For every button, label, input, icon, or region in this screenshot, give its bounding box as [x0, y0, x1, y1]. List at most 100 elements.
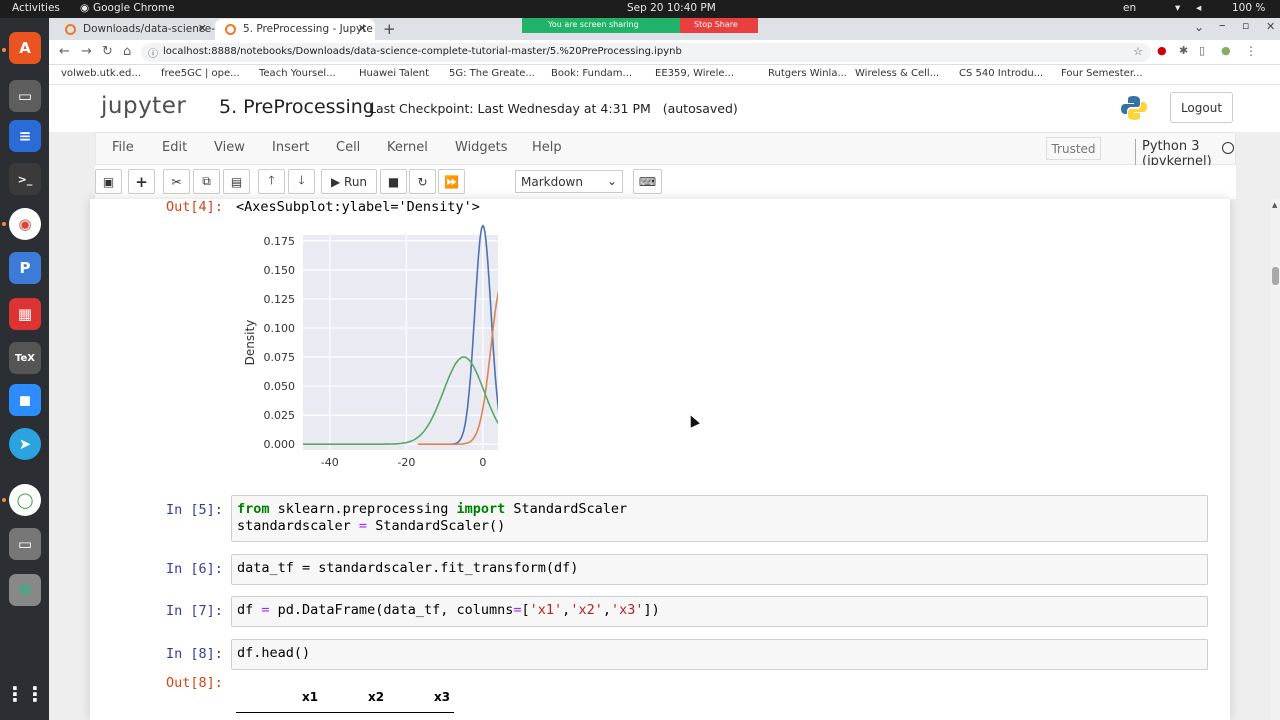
y-tick-label: 0.075	[264, 351, 296, 364]
cell-type-select[interactable]: Markdown ⌄	[515, 170, 623, 193]
input-prompt: In [7]:	[166, 603, 223, 619]
telegram-icon[interactable]: ➤	[9, 428, 41, 460]
density-chart: -40-20020400.0000.0250.0500.0750.1000.12…	[243, 224, 498, 469]
forward-icon[interactable]: →	[81, 44, 92, 59]
chrome-dock-icon[interactable]: ◉	[9, 208, 41, 240]
tiles-app-icon[interactable]: ▦	[9, 298, 41, 330]
cut-icon[interactable]: ✂	[163, 169, 190, 194]
app-grid-icon[interactable]: ⋮⋮	[5, 678, 45, 710]
menu-insert[interactable]: Insert	[272, 140, 309, 155]
zoom-icon[interactable]: ◼	[9, 384, 41, 416]
input-prompt: In [6]:	[166, 561, 223, 577]
tab-search-icon[interactable]: ⌄	[1194, 20, 1204, 34]
notebook-header: jupyter 5. PreProcessing Last Checkpoint…	[49, 85, 1280, 132]
sync-app-icon[interactable]: ◯	[9, 484, 41, 516]
trusted-indicator[interactable]: Trusted	[1046, 137, 1101, 160]
code-cell-8[interactable]: df.head()	[231, 639, 1208, 670]
volume-icon[interactable]: ◂	[1196, 2, 1201, 14]
page-scrollbar[interactable]: ▲	[1271, 199, 1280, 720]
restart-run-all-icon[interactable]: ⏩	[438, 169, 465, 194]
menu-view[interactable]: View	[214, 140, 245, 155]
drive-icon[interactable]: ▭	[9, 528, 41, 560]
chrome-menu-icon[interactable]: ⋮	[1245, 44, 1257, 58]
extension-icon[interactable]: ●	[1157, 44, 1167, 57]
app-name[interactable]: Google Chrome	[93, 2, 175, 14]
wifi-icon[interactable]: ▾	[1175, 2, 1180, 14]
tab-downloads[interactable]: Downloads/data-science-c ✕	[55, 19, 215, 40]
tab-preprocessing[interactable]: 5. PreProcessing - Jupyte ✕	[215, 19, 375, 40]
bookmark-item[interactable]: CS 540 Introdu...	[959, 68, 1043, 79]
bookmark-item[interactable]: Book: Fundam...	[551, 68, 632, 79]
bookmark-star-icon[interactable]: ☆	[1133, 45, 1143, 58]
bookmark-item[interactable]: volweb.utk.ed...	[61, 68, 141, 79]
stop-share-button[interactable]: Stop Share	[680, 18, 758, 33]
notebook-title[interactable]: 5. PreProcessing	[219, 96, 375, 118]
code-cell-6[interactable]: data_tf = standardscaler.fit_transform(d…	[231, 554, 1208, 585]
jupyter-page: jupyter 5. PreProcessing Last Checkpoint…	[49, 85, 1280, 720]
bookmark-item[interactable]: Wireless & Cell...	[855, 68, 939, 79]
code-cell-5[interactable]: from sklearn.preprocessing import Standa…	[231, 495, 1208, 542]
run-button[interactable]: ▶ Run	[321, 169, 377, 194]
bookmark-item[interactable]: Huawei Talent	[359, 68, 429, 79]
close-tab-icon[interactable]: ✕	[198, 22, 207, 35]
software-center-icon[interactable]: A	[9, 32, 41, 64]
copy-icon[interactable]: ⧉	[193, 169, 220, 194]
back-icon[interactable]: ←	[59, 44, 70, 59]
screen-share-app-icon[interactable]: P	[9, 252, 41, 284]
move-up-icon[interactable]: 🡑	[258, 169, 285, 194]
menu-cell[interactable]: Cell	[336, 140, 360, 155]
play-icon: ▶	[330, 174, 345, 189]
bookmark-item[interactable]: EE359, Wirele...	[655, 68, 734, 79]
activities-button[interactable]: Activities	[12, 2, 60, 14]
save-icon[interactable]: ▣	[95, 169, 122, 194]
menu-kernel[interactable]: Kernel	[387, 140, 428, 155]
system-top-bar: Activities ◉ Google Chrome Sep 20 10:40 …	[0, 0, 1280, 18]
extensions-puzzle-icon[interactable]: ✱	[1179, 44, 1188, 57]
plot-background	[303, 235, 498, 450]
menu-file[interactable]: File	[112, 140, 134, 155]
trash-icon[interactable]: ♻	[9, 574, 41, 606]
bookmark-item[interactable]: 5G: The Greate...	[449, 68, 535, 79]
restart-icon[interactable]: ↻	[409, 169, 436, 194]
code-cell-7[interactable]: df = pd.DataFrame(data_tf, columns=['x1'…	[231, 596, 1208, 627]
writer-icon[interactable]: ≡	[9, 120, 41, 152]
url-bar[interactable]: ⓘ localhost:8888/notebooks/Downloads/dat…	[141, 43, 1151, 62]
column-header-x1: x1	[302, 690, 319, 704]
maximize-icon[interactable]: ▫	[1242, 19, 1249, 32]
clock[interactable]: Sep 20 10:40 PM	[627, 2, 716, 14]
move-down-icon[interactable]: 🡓	[288, 169, 315, 194]
bookmark-item[interactable]: Rutgers Winla...	[768, 68, 847, 79]
close-tab-icon[interactable]: ✕	[358, 22, 367, 35]
reload-icon[interactable]: ↻	[102, 44, 113, 59]
jupyter-logo[interactable]: jupyter	[101, 93, 186, 119]
keyboard-icon[interactable]: ⌨	[633, 169, 662, 194]
x-tick-label: 0	[479, 456, 486, 469]
texmaker-icon[interactable]: TeX	[9, 342, 41, 374]
menu-help[interactable]: Help	[532, 140, 562, 155]
menu-edit[interactable]: Edit	[162, 140, 187, 155]
close-window-icon[interactable]: ✕	[1266, 20, 1275, 33]
side-panel-icon[interactable]: ▯	[1199, 44, 1205, 57]
column-header-x3: x3	[434, 690, 451, 704]
files-icon[interactable]: ▭	[9, 80, 41, 112]
scrollbar-thumb[interactable]	[1272, 267, 1279, 285]
logout-button[interactable]: Logout	[1170, 92, 1233, 123]
language-indicator[interactable]: en	[1123, 2, 1136, 14]
table-header-rule	[236, 712, 454, 713]
battery-indicator[interactable]: 100 %	[1232, 2, 1265, 14]
bookmark-item[interactable]: free5GC | ope...	[161, 68, 240, 79]
interrupt-icon[interactable]: ■	[380, 169, 407, 194]
scroll-up-icon[interactable]: ▲	[1272, 201, 1277, 209]
minimize-icon[interactable]: –	[1219, 18, 1226, 33]
home-icon[interactable]: ⌂	[123, 44, 131, 59]
insert-cell-icon[interactable]: +	[128, 169, 155, 194]
paste-icon[interactable]: ▤	[223, 169, 250, 194]
y-tick-label: 0.175	[264, 235, 296, 248]
new-tab-icon[interactable]: +	[383, 20, 396, 38]
profile-avatar[interactable]: ●	[1221, 44, 1231, 57]
bookmark-item[interactable]: Teach Yoursel...	[259, 68, 336, 79]
info-icon[interactable]: ⓘ	[148, 45, 158, 60]
terminal-icon[interactable]: >_	[9, 163, 41, 195]
bookmark-item[interactable]: Four Semester...	[1061, 68, 1143, 79]
menu-widgets[interactable]: Widgets	[455, 140, 508, 155]
